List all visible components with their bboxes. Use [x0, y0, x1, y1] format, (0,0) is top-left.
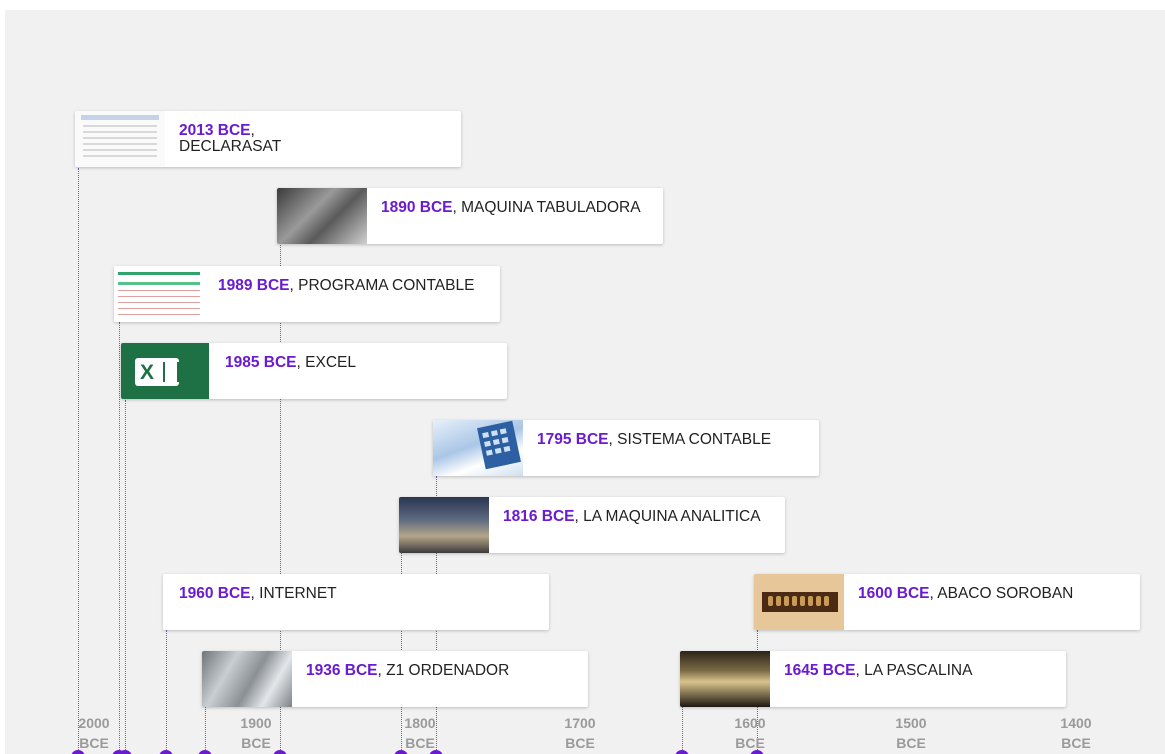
spreadsheet-screenshot-thumbnail: [75, 111, 165, 167]
axis-tick-2000: 2000 BCE: [78, 715, 110, 751]
timeline-marker-1936[interactable]: [198, 750, 212, 754]
axis-tick-1800: 1800 BCE: [404, 715, 436, 751]
stem-1989: [119, 322, 120, 754]
event-date: 1645 BCE: [784, 662, 856, 679]
timeline-marker-1645[interactable]: [675, 750, 689, 754]
tabulating-machine-photo-thumbnail: [277, 188, 367, 244]
event-text: 1600 BCE, ABACO SOROBAN: [858, 585, 1074, 602]
stem-2013: [78, 168, 79, 754]
event-text: 1960 BCE, INTERNET: [179, 585, 337, 602]
timeline-marker-1985[interactable]: [118, 750, 132, 754]
event-text: 2013 BCE, DECLARASAT: [179, 122, 282, 155]
timeline-marker-1890[interactable]: [273, 750, 287, 754]
z1-computer-photo-thumbnail: [202, 651, 292, 707]
excel-icon: X: [135, 358, 179, 386]
stem-1985: [125, 400, 126, 754]
event-title: INTERNET: [259, 585, 337, 602]
event-text: 1989 BCE, PROGRAMA CONTABLE: [218, 277, 475, 294]
analytical-engine-photo-thumbnail: [399, 497, 489, 553]
event-text: 1985 BCE, EXCEL: [225, 354, 356, 371]
event-card-declarasat[interactable]: 2013 BCE, DECLARASAT: [75, 111, 461, 167]
event-card-internet[interactable]: 1960 BCE, INTERNET: [163, 574, 549, 630]
event-title: SISTEMA CONTABLE: [617, 431, 772, 448]
event-date: 1795 BCE: [537, 431, 609, 448]
event-card-z1-ordenador[interactable]: 1936 BCE, Z1 ORDENADOR: [202, 651, 588, 707]
event-card-la-maquina-analitica[interactable]: 1816 BCE, LA MAQUINA ANALITICA: [399, 497, 785, 553]
stem-1936: [205, 707, 206, 754]
event-card-abaco-soroban[interactable]: 1600 BCE, ABACO SOROBAN: [754, 574, 1140, 630]
event-card-maquina-tabuladora[interactable]: 1890 BCE, MAQUINA TABULADORA: [277, 188, 663, 244]
event-date: 1989 BCE: [218, 277, 290, 294]
event-card-excel[interactable]: X 1985 BCE, EXCEL: [121, 343, 507, 399]
event-title: LA PASCALINA: [864, 662, 973, 679]
abacus-photo-thumbnail: [754, 574, 844, 630]
axis-tick-1900: 1900 BCE: [240, 715, 272, 751]
event-title: EXCEL: [305, 354, 356, 371]
event-title: DECLARASAT: [179, 138, 282, 155]
event-card-programa-contable[interactable]: 1989 BCE, PROGRAMA CONTABLE: [114, 266, 500, 322]
event-date: 1960 BCE: [179, 585, 251, 602]
event-text: 1936 BCE, Z1 ORDENADOR: [306, 662, 510, 679]
calculator-photo-thumbnail: [433, 420, 523, 476]
event-title: Z1 ORDENADOR: [386, 662, 510, 679]
event-text: 1795 BCE, SISTEMA CONTABLE: [537, 431, 772, 448]
event-date: 1936 BCE: [306, 662, 378, 679]
event-title: ABACO SOROBAN: [937, 585, 1074, 602]
event-date: 2013 BCE: [179, 122, 251, 139]
event-card-la-pascalina[interactable]: 1645 BCE, LA PASCALINA: [680, 651, 1066, 707]
event-card-sistema-contable[interactable]: 1795 BCE, SISTEMA CONTABLE: [433, 420, 819, 476]
excel-logo-thumbnail: X: [121, 343, 209, 399]
axis-tick-1400: 1400 BCE: [1060, 715, 1092, 751]
event-text: 1645 BCE, LA PASCALINA: [784, 662, 973, 679]
event-text: 1890 BCE, MAQUINA TABULADORA: [381, 199, 641, 216]
accounting-program-thumbnail: [114, 266, 204, 322]
axis-tick-1600: 1600 BCE: [734, 715, 766, 751]
event-date: 1985 BCE: [225, 354, 297, 371]
stem-1645: [682, 707, 683, 754]
event-text: 1816 BCE, LA MAQUINA ANALITICA: [503, 508, 761, 525]
stem-1960: [166, 630, 167, 754]
timeline-marker-1960[interactable]: [159, 750, 173, 754]
event-title: LA MAQUINA ANALITICA: [583, 508, 761, 525]
axis-tick-1700: 1700 BCE: [564, 715, 596, 751]
timeline-canvas[interactable]: 2013 BCE, DECLARASAT 1890 BCE, MAQUINA T…: [5, 10, 1165, 754]
event-title: PROGRAMA CONTABLE: [298, 277, 475, 294]
axis-tick-1500: 1500 BCE: [895, 715, 927, 751]
pascaline-photo-thumbnail: [680, 651, 770, 707]
event-title: MAQUINA TABULADORA: [461, 199, 641, 216]
event-date: 1816 BCE: [503, 508, 575, 525]
event-date: 1600 BCE: [858, 585, 930, 602]
event-date: 1890 BCE: [381, 199, 453, 216]
